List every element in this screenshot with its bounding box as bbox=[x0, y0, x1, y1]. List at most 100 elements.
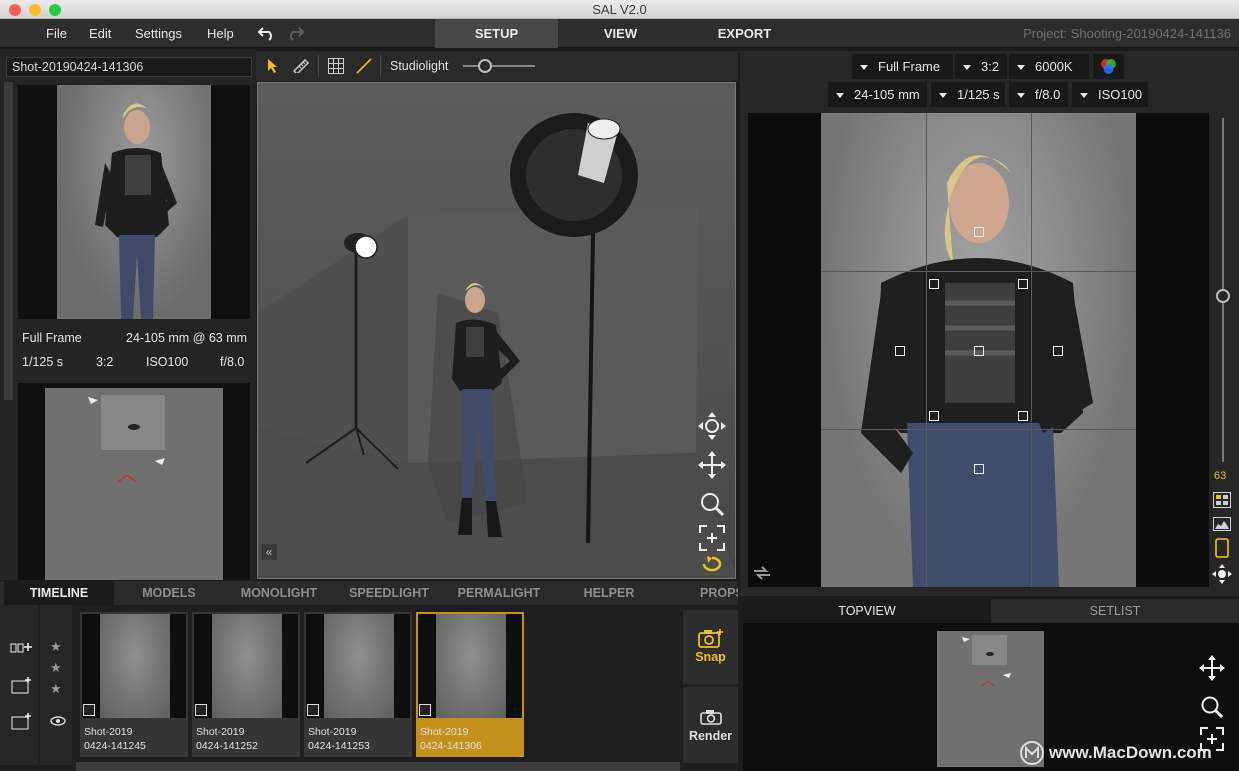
export-shot-icon[interactable] bbox=[419, 704, 431, 716]
camera-view[interactable] bbox=[748, 113, 1209, 587]
tab-permalight[interactable]: PERMALIGHT bbox=[444, 581, 554, 605]
mini-topview bbox=[18, 383, 250, 580]
chevron-down-icon bbox=[1017, 65, 1025, 71]
lens-dropdown[interactable]: 24-105 mm bbox=[828, 82, 927, 107]
histogram-icon[interactable] bbox=[1213, 517, 1231, 531]
af-point[interactable] bbox=[1018, 279, 1028, 289]
timeline-shot[interactable]: Shot-2019 0424-141253 bbox=[304, 612, 412, 757]
star-icon[interactable]: ★ bbox=[50, 660, 62, 676]
menu-edit[interactable]: Edit bbox=[89, 26, 111, 41]
swap-view-icon[interactable] bbox=[752, 565, 772, 581]
tab-helper[interactable]: HELPER bbox=[554, 581, 664, 605]
star-icon[interactable]: ★ bbox=[50, 681, 62, 697]
tab-props[interactable]: PROPS bbox=[664, 581, 738, 605]
collapse-panel-icon[interactable]: « bbox=[261, 544, 277, 560]
ratio-dropdown[interactable]: 3:2 bbox=[955, 54, 1007, 79]
menu-help[interactable]: Help bbox=[207, 26, 234, 41]
af-point[interactable] bbox=[974, 227, 984, 237]
3d-viewport[interactable]: « bbox=[257, 82, 736, 579]
composition-grid-line bbox=[821, 271, 1136, 272]
timeline-scrollbar[interactable] bbox=[76, 762, 680, 771]
tab-export[interactable]: EXPORT bbox=[683, 19, 806, 48]
grid-toggle-icon[interactable] bbox=[328, 58, 344, 74]
frame-view-icon[interactable] bbox=[699, 525, 725, 551]
light-mode-label: Studiolight bbox=[390, 59, 449, 73]
grid-overlay-icon[interactable] bbox=[1213, 492, 1231, 508]
af-point[interactable] bbox=[1018, 411, 1028, 421]
title-bar: SAL V2.0 bbox=[0, 0, 1239, 19]
reset-view-icon[interactable] bbox=[701, 555, 723, 573]
shot-label-line2: 0424-141245 bbox=[84, 740, 146, 752]
aperture-dropdown[interactable]: f/8.0 bbox=[1009, 82, 1068, 107]
studio-scene bbox=[258, 113, 735, 578]
tab-speedlight[interactable]: SPEEDLIGHT bbox=[334, 581, 444, 605]
topview-backdrop bbox=[972, 635, 1007, 665]
shot-name-field[interactable]: Shot-20190424-141306 bbox=[6, 57, 252, 77]
orbit-camera-icon[interactable] bbox=[698, 412, 726, 440]
tab-setup[interactable]: SETUP bbox=[435, 19, 558, 48]
tab-models[interactable]: MODELS bbox=[114, 581, 224, 605]
sensor-dropdown[interactable]: Full Frame bbox=[852, 54, 953, 79]
watermark-logo bbox=[1020, 741, 1044, 765]
select-tool-icon[interactable] bbox=[267, 58, 279, 74]
shutter-dropdown[interactable]: 1/125 s bbox=[931, 82, 1005, 107]
light-slider[interactable] bbox=[463, 65, 535, 67]
af-point[interactable] bbox=[929, 411, 939, 421]
redo-icon[interactable] bbox=[285, 25, 305, 41]
topview-pan-icon[interactable] bbox=[1199, 655, 1225, 681]
eye-icon[interactable] bbox=[50, 716, 66, 726]
undo-icon[interactable] bbox=[257, 25, 277, 41]
iso-dropdown[interactable]: ISO100 bbox=[1072, 82, 1148, 107]
tab-timeline[interactable]: TIMELINE bbox=[4, 581, 114, 605]
light-slider-thumb[interactable] bbox=[477, 59, 492, 73]
tab-setlist[interactable]: SETLIST bbox=[991, 599, 1239, 623]
shot-thumbnail bbox=[82, 614, 186, 718]
right-bottom-tab-bar: TOPVIEW SETLIST bbox=[743, 599, 1239, 623]
project-name: Project: Shooting-20190424-141136 bbox=[1023, 26, 1231, 41]
af-point[interactable] bbox=[895, 346, 905, 356]
tab-monolight[interactable]: MONOLIGHT bbox=[224, 581, 334, 605]
snap-label: Snap bbox=[695, 650, 726, 664]
white-balance-dropdown[interactable]: 6000K bbox=[1009, 54, 1089, 79]
export-shot-icon[interactable] bbox=[83, 704, 95, 716]
tab-view[interactable]: VIEW bbox=[559, 19, 682, 48]
color-picker-button[interactable] bbox=[1093, 54, 1124, 79]
topview-zoom-icon[interactable] bbox=[1200, 695, 1224, 719]
preview-ratio: 3:2 bbox=[96, 355, 114, 369]
mini-light-icon bbox=[151, 456, 165, 466]
af-point[interactable] bbox=[974, 464, 984, 474]
export-shot-icon[interactable] bbox=[307, 704, 319, 716]
timeline-shot[interactable]: Shot-2019 0424-141245 bbox=[80, 612, 188, 757]
chevron-down-icon bbox=[836, 93, 844, 99]
timeline-shot-selected[interactable]: Shot-2019 0424-141306 bbox=[416, 612, 524, 757]
snap-button[interactable]: Snap bbox=[683, 610, 738, 684]
viewport-toolbar: Studiolight bbox=[256, 51, 738, 81]
topview-panel[interactable]: www.MacDown.com bbox=[743, 623, 1239, 771]
left-panel-scrollbar[interactable] bbox=[4, 82, 13, 400]
focus-point-icon[interactable] bbox=[1212, 564, 1232, 584]
tab-topview[interactable]: TOPVIEW bbox=[743, 599, 991, 623]
add-shot-icon[interactable] bbox=[10, 641, 34, 655]
menu-file[interactable]: File bbox=[46, 26, 67, 41]
star-icon[interactable]: ★ bbox=[50, 639, 62, 655]
measure-tool-icon[interactable] bbox=[293, 59, 309, 73]
timeline-shot[interactable]: Shot-2019 0424-141252 bbox=[192, 612, 300, 757]
sensor-value: Full Frame bbox=[878, 59, 941, 74]
ratio-value: 3:2 bbox=[981, 59, 1000, 74]
render-button[interactable]: Render bbox=[683, 687, 738, 763]
duplicate-shot-icon[interactable] bbox=[11, 712, 33, 730]
shot-thumbnail bbox=[306, 614, 410, 718]
shot-thumbnail bbox=[194, 614, 298, 718]
line-tool-icon[interactable] bbox=[356, 58, 372, 74]
menu-settings[interactable]: Settings bbox=[135, 26, 182, 41]
af-point[interactable] bbox=[1053, 346, 1063, 356]
new-shot-icon[interactable] bbox=[11, 676, 33, 694]
af-point[interactable] bbox=[929, 279, 939, 289]
zoom-camera-icon[interactable] bbox=[699, 491, 725, 517]
pan-camera-icon[interactable] bbox=[698, 451, 726, 479]
orientation-icon[interactable] bbox=[1214, 538, 1230, 558]
composition-grid-line bbox=[1031, 113, 1032, 587]
af-point-active[interactable] bbox=[974, 346, 984, 356]
chevron-down-icon bbox=[1017, 93, 1025, 99]
export-shot-icon[interactable] bbox=[195, 704, 207, 716]
